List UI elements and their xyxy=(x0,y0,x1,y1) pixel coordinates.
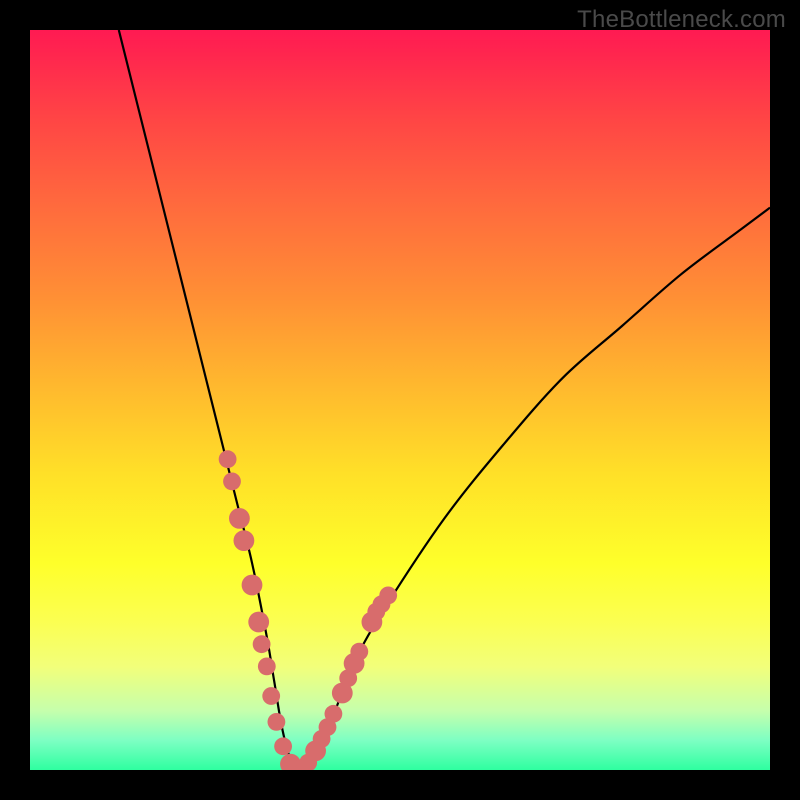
curve-marker xyxy=(350,643,368,661)
curve-marker xyxy=(379,587,397,605)
bottleneck-curve xyxy=(119,30,770,770)
curve-marker xyxy=(229,508,250,529)
curve-marker xyxy=(274,737,292,755)
curve-marker xyxy=(219,450,237,468)
curve-marker xyxy=(234,530,255,551)
curve-marker xyxy=(325,705,343,723)
curve-marker xyxy=(258,658,276,676)
curve-markers xyxy=(219,450,397,770)
chart-container: TheBottleneck.com xyxy=(0,0,800,800)
plot-area xyxy=(30,30,770,770)
curve-marker xyxy=(268,713,286,731)
curve-marker xyxy=(253,635,271,653)
curve-marker xyxy=(248,612,269,633)
curve-marker xyxy=(223,473,241,491)
curve-marker xyxy=(262,687,280,705)
curve-marker xyxy=(242,575,263,596)
attribution-label: TheBottleneck.com xyxy=(577,6,786,34)
curve-svg xyxy=(30,30,770,770)
